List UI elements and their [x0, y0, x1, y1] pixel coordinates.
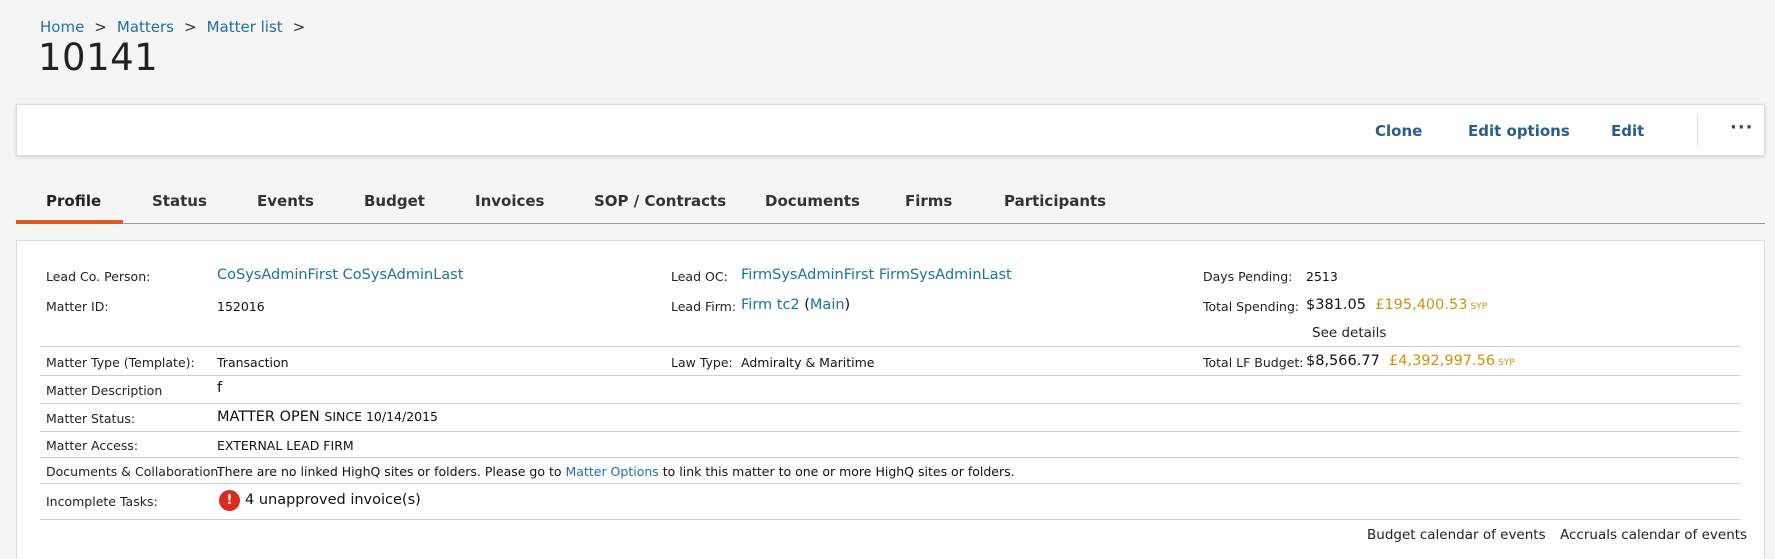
matter-status-since: SINCE 10/14/2015	[324, 409, 439, 424]
incomplete-tasks-value[interactable]: 4 unapproved invoice(s)	[245, 492, 421, 508]
matter-id-label: Matter ID:	[46, 299, 109, 314]
row-divider	[40, 403, 1740, 404]
tab-budget[interactable]: Budget	[364, 192, 425, 210]
tab-participants[interactable]: Participants	[1004, 192, 1106, 210]
tab-sop-contracts[interactable]: SOP / Contracts	[594, 192, 726, 210]
profile-panel	[16, 240, 1765, 559]
alert-icon: !	[219, 490, 240, 511]
total-spending-usd: $381.05	[1306, 297, 1366, 313]
tab-firms[interactable]: Firms	[905, 192, 952, 210]
matter-status-label: Matter Status:	[46, 411, 136, 426]
days-pending-label: Days Pending:	[1203, 269, 1293, 284]
matter-description-label: Matter Description	[46, 383, 163, 398]
docs-collab-text-after: to link this matter to one or more HighQ…	[658, 464, 1015, 479]
breadcrumb-separator: >	[292, 18, 306, 36]
days-pending-value: 2513	[1306, 269, 1338, 284]
row-divider	[40, 375, 1740, 376]
total-spending-value: $381.05 £195,400.53 SYP	[1306, 297, 1487, 313]
total-spending-currency: SYP	[1470, 302, 1488, 312]
breadcrumb-home-link[interactable]: Home	[40, 18, 84, 36]
law-type-label: Law Type:	[671, 355, 733, 370]
lead-firm-value: Firm tc2 (Main)	[741, 297, 850, 313]
total-lf-budget-usd: $8,566.77	[1306, 353, 1380, 369]
row-divider	[40, 431, 1740, 432]
action-divider	[1697, 115, 1698, 147]
breadcrumb-separator: >	[94, 18, 107, 36]
action-bar: Clone Edit options Edit ···	[16, 104, 1765, 156]
tab-status[interactable]: Status	[152, 192, 207, 210]
tab-documents[interactable]: Documents	[765, 192, 860, 210]
lead-oc-link[interactable]: FirmSysAdminFirst FirmSysAdminLast	[741, 267, 1012, 283]
breadcrumb-separator: >	[183, 18, 197, 36]
total-spending-label: Total Spending:	[1203, 299, 1300, 314]
total-lf-budget-gbp: £4,392,997.56	[1389, 353, 1496, 369]
row-divider	[40, 457, 1740, 458]
tab-invoices[interactable]: Invoices	[475, 192, 544, 210]
total-lf-budget-value: $8,566.77 £4,392,997.56 SYP	[1306, 353, 1515, 369]
breadcrumb: Home > Matters > Matter list >	[40, 18, 315, 36]
clone-button[interactable]: Clone	[1375, 122, 1422, 140]
matter-access-value: EXTERNAL LEAD FIRM	[217, 438, 354, 453]
incomplete-tasks-label: Incomplete Tasks:	[46, 494, 158, 509]
more-options-icon[interactable]: ···	[1730, 117, 1754, 138]
docs-collab-text-before: There are no linked HighQ sites or folde…	[217, 464, 566, 479]
matter-access-label: Matter Access:	[46, 438, 139, 453]
tab-profile[interactable]: Profile	[46, 192, 101, 210]
accruals-calendar-link[interactable]: Accruals calendar of events	[1560, 527, 1747, 543]
edit-options-button[interactable]: Edit options	[1468, 122, 1570, 140]
lead-co-person-label: Lead Co. Person:	[46, 269, 151, 284]
tab-events[interactable]: Events	[257, 192, 314, 210]
lead-oc-label: Lead OC:	[671, 269, 728, 284]
law-type-value: Admiralty & Maritime	[741, 355, 875, 370]
active-tab-indicator	[16, 220, 123, 224]
page-title: 10141	[38, 36, 159, 79]
total-lf-budget-currency: SYP	[1498, 358, 1515, 368]
docs-collab-value: There are no linked HighQ sites or folde…	[217, 464, 1015, 479]
docs-collab-label: Documents & Collaboration:	[46, 464, 223, 479]
lead-co-person-link[interactable]: CoSysAdminFirst CoSysAdminLast	[217, 267, 463, 283]
matter-id-value: 152016	[217, 299, 265, 314]
breadcrumb-matter-list-link[interactable]: Matter list	[207, 18, 283, 36]
matter-type-value: Transaction	[217, 355, 289, 370]
lead-firm-label: Lead Firm:	[671, 299, 737, 314]
matter-status-value: MATTER OPEN SINCE 10/14/2015	[217, 409, 438, 425]
matter-status-text: MATTER OPEN	[217, 409, 320, 425]
row-divider	[40, 346, 1740, 347]
budget-calendar-link[interactable]: Budget calendar of events	[1367, 527, 1546, 543]
lead-firm-link[interactable]: Firm tc2	[741, 297, 800, 313]
row-divider	[40, 519, 1740, 520]
breadcrumb-matters-link[interactable]: Matters	[117, 18, 174, 36]
total-lf-budget-label: Total LF Budget:	[1203, 355, 1304, 370]
total-spending-gbp: £195,400.53	[1375, 297, 1468, 313]
edit-button[interactable]: Edit	[1611, 122, 1644, 140]
tab-bar: Profile Status Events Budget Invoices SO…	[16, 180, 1765, 224]
lead-firm-office-link[interactable]: Main	[810, 297, 845, 313]
matter-description-value: f	[217, 380, 223, 396]
matter-options-link[interactable]: Matter Options	[566, 464, 659, 479]
row-divider	[40, 483, 1740, 484]
matter-type-label: Matter Type (Template):	[46, 355, 195, 370]
see-details-link[interactable]: See details	[1312, 325, 1386, 341]
lead-firm-close-paren: )	[844, 297, 851, 313]
